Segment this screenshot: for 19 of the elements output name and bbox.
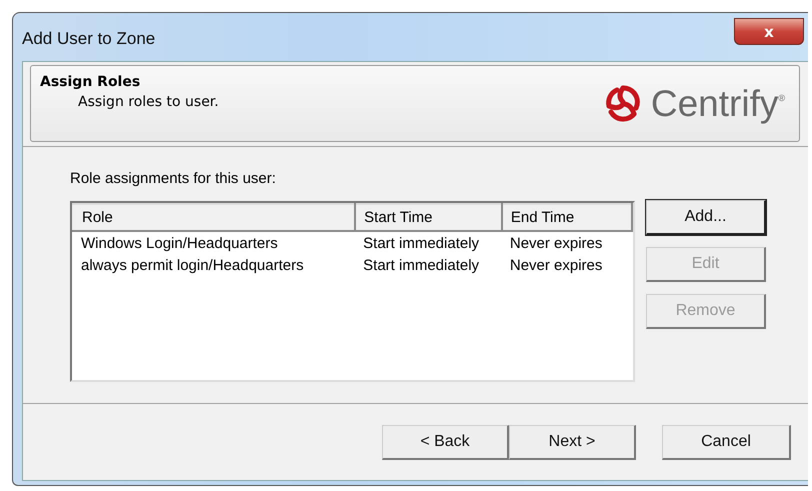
cancel-button[interactable]: Cancel (662, 424, 791, 460)
nav-button[interactable]: < Back (382, 424, 509, 460)
logo-wordmark: Centrify$^{®}$ (650, 82, 785, 124)
column-header[interactable]: End Time (502, 204, 632, 231)
column-header[interactable]: Role (73, 204, 356, 231)
page-subtitle: Assign roles to user. (78, 94, 219, 110)
column-header[interactable]: Start Time (355, 204, 502, 231)
table-cell: Never expires (502, 231, 632, 254)
window-title: Add User to Zone (22, 29, 156, 49)
table-cell-text: Never expires (508, 256, 604, 276)
table-cell-text: Start immediately (362, 256, 480, 276)
close-button[interactable]: x (734, 18, 804, 45)
nav-button[interactable]: Next > (509, 424, 636, 460)
action-button[interactable]: Add... (646, 200, 766, 235)
table-cell-text: always permit login/Headquarters (80, 256, 305, 276)
list-label: Role assignments for this user: (70, 170, 277, 187)
table-cell: Windows Login/Headquarters (73, 231, 356, 254)
table-cell: Start immediately (355, 231, 502, 254)
page-title: Assign Roles (40, 74, 142, 90)
